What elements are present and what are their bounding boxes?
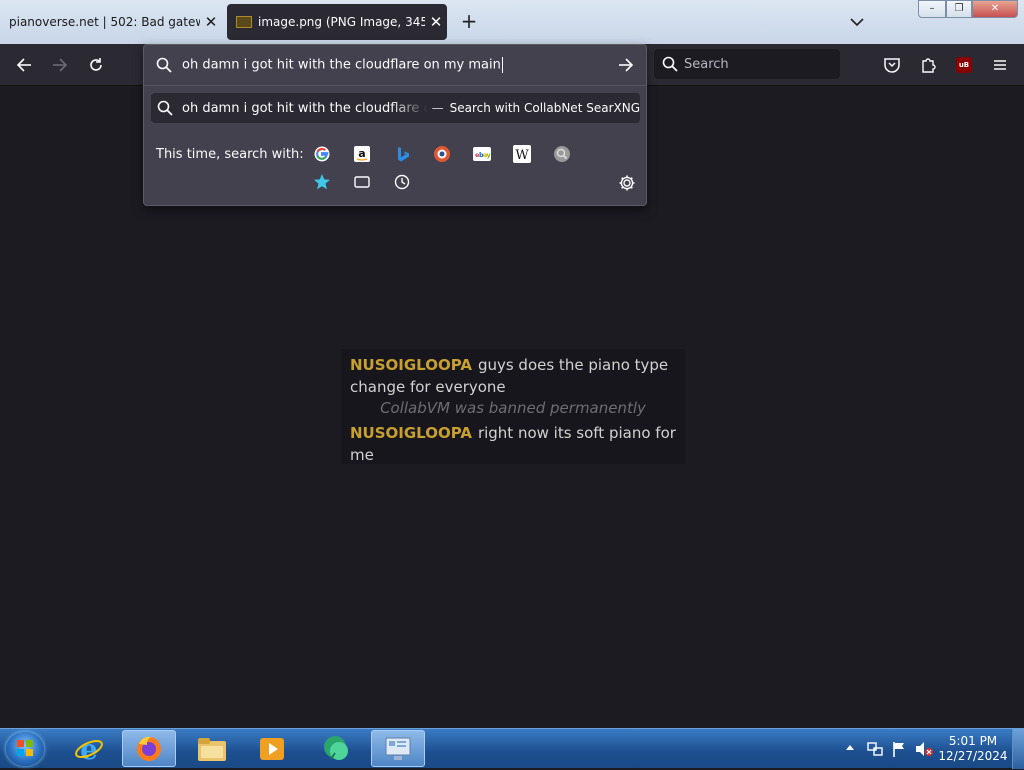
back-button[interactable] — [8, 44, 40, 85]
taskbar: e 5:01 PM 12/27/2024 — [0, 728, 1024, 769]
network-icon[interactable] — [866, 740, 884, 758]
close-tab-icon[interactable]: ✕ — [200, 13, 222, 31]
search-icon — [157, 100, 173, 116]
clock-date: 12/27/2024 — [938, 749, 1008, 763]
search-suggestion-row[interactable]: oh damn i got hit with the cloudflare on… — [151, 93, 640, 123]
chat-image: NUSOIGLOOPA guys does the piano type chan… — [341, 349, 685, 464]
search-settings-button[interactable] — [617, 173, 637, 193]
firefox-icon[interactable] — [122, 730, 176, 767]
chat-username: NUSOIGLOOPA — [350, 424, 472, 442]
extensions-button[interactable] — [912, 44, 944, 85]
puzzle-icon — [922, 57, 936, 73]
search-placeholder: Search — [684, 56, 729, 72]
history-icon[interactable] — [393, 173, 411, 191]
forward-button[interactable] — [44, 44, 76, 85]
suggestion-text: oh damn i got hit with the cloudflare on… — [182, 100, 428, 116]
svg-text:a: a — [358, 147, 365, 160]
ublock-icon: uB — [956, 56, 972, 73]
tab-pianoverse[interactable]: pianoverse.net | 502: Bad gateway ✕ — [0, 4, 222, 40]
chevron-down-icon — [850, 18, 864, 27]
chat-message: NUSOIGLOOPA guys does the piano type chan… — [350, 354, 676, 398]
bookmarks-icon[interactable] — [313, 173, 331, 191]
wikipedia-icon[interactable]: W — [513, 145, 531, 163]
hamburger-icon — [994, 59, 1006, 70]
clock-time: 5:01 PM — [948, 734, 998, 748]
svg-text:W: W — [515, 148, 529, 163]
window-controls: – ❐ ✕ — [918, 0, 1018, 18]
amazon-icon[interactable]: a — [353, 145, 371, 163]
back-arrow-icon — [16, 57, 31, 72]
start-button[interactable] — [6, 732, 44, 766]
pocket-button[interactable] — [876, 44, 908, 85]
search-bar[interactable]: Search — [654, 49, 840, 79]
volume-muted-icon[interactable] — [914, 740, 934, 758]
search-icon — [156, 57, 172, 73]
ebay-icon[interactable]: ebay — [473, 145, 491, 163]
tabs-icon[interactable] — [353, 173, 371, 191]
bing-icon[interactable] — [393, 145, 411, 163]
this-time-search-label: This time, search with: — [156, 147, 304, 162]
divider — [144, 85, 646, 86]
close-tab-icon[interactable]: ✕ — [425, 13, 447, 31]
image-icon — [236, 16, 252, 28]
show-desktop-button[interactable] — [1012, 729, 1024, 769]
urlbar-input[interactable]: oh damn i got hit with the cloudflare on… — [144, 45, 646, 85]
media-player-icon[interactable] — [245, 730, 299, 767]
duckduckgo-icon[interactable] — [433, 145, 451, 163]
pocket-icon — [884, 57, 900, 73]
internet-explorer-icon[interactable]: e — [62, 730, 116, 767]
chat-message: NUSOIGLOOPA right now its soft piano for … — [350, 422, 676, 464]
tab-title: image.png (PNG Image, 345 × 115 pixels) — [258, 15, 425, 29]
clock[interactable]: 5:01 PM 12/27/2024 — [938, 734, 1008, 764]
svg-text:y: y — [487, 151, 492, 159]
menu-button[interactable] — [984, 44, 1016, 85]
searxng-icon[interactable] — [553, 145, 571, 163]
chat-system-message: CollabVM was banned permanently — [380, 399, 646, 417]
tab-image[interactable]: image.png (PNG Image, 345 × 115 pixels) … — [227, 4, 447, 40]
urlbar-query: oh damn i got hit with the cloudflare on… — [182, 57, 503, 73]
go-arrow-icon[interactable] — [618, 57, 634, 73]
ublock-button[interactable]: uB — [948, 44, 980, 85]
new-tab-button[interactable]: + — [458, 10, 480, 32]
reload-icon — [90, 57, 102, 71]
explorer-icon[interactable] — [185, 730, 239, 767]
gear-icon — [619, 175, 635, 191]
search-icon — [662, 56, 678, 72]
messenger-icon[interactable] — [310, 730, 364, 767]
svg-text:e: e — [80, 733, 98, 765]
windows-logo-icon — [17, 740, 33, 756]
reload-button[interactable] — [80, 44, 112, 85]
control-panel-icon[interactable] — [371, 730, 425, 767]
list-all-tabs-button[interactable] — [846, 12, 868, 32]
action-center-flag-icon[interactable] — [890, 740, 908, 758]
close-window-button[interactable]: ✕ — [972, 0, 1018, 18]
restore-button[interactable]: ❐ — [946, 0, 972, 18]
tab-title: pianoverse.net | 502: Bad gateway — [9, 15, 200, 29]
urlbar-panel: oh damn i got hit with the cloudflare on… — [143, 44, 647, 206]
tab-strip: pianoverse.net | 502: Bad gateway ✕ imag… — [0, 0, 1024, 44]
suggestion-action: Search with CollabNet SearXNG — [449, 101, 640, 115]
show-hidden-icons-icon[interactable] — [845, 743, 855, 753]
forward-arrow-icon — [53, 57, 68, 72]
suggestion-dash: — — [431, 101, 444, 115]
google-icon[interactable] — [313, 145, 331, 163]
minimize-button[interactable]: – — [918, 0, 946, 18]
chat-username: NUSOIGLOOPA — [350, 356, 472, 374]
